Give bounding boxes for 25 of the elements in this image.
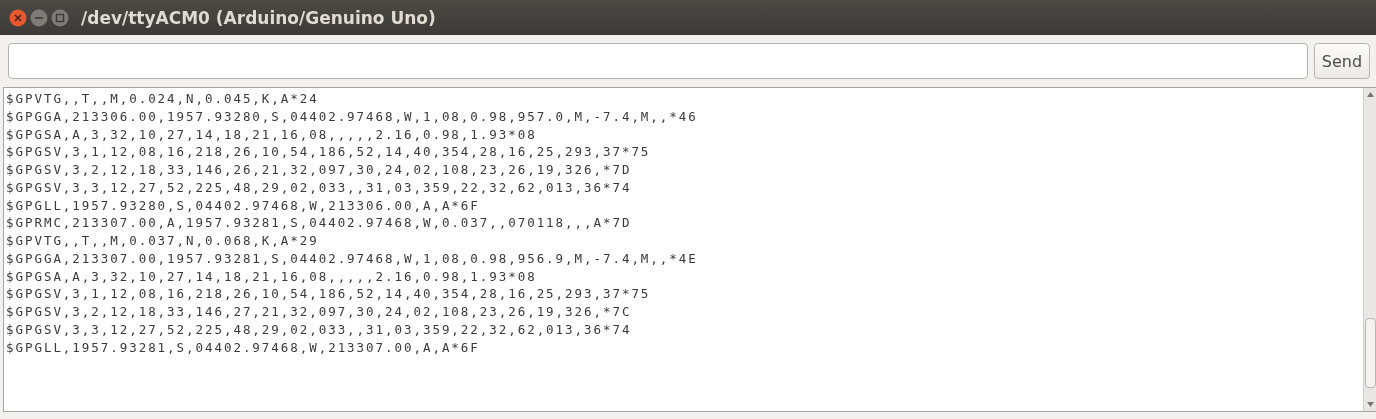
output-line: $GPGSV,3,3,12,27,52,225,48,29,02,033,,31,03,359,22,32,62,013,36*74 <box>6 320 633 339</box>
output-line: $GPVTG,,T,,M,0.037,N,0.068,K,A*29 <box>6 232 320 250</box>
input-field[interactable] <box>8 43 1308 79</box>
output-line: $GPGLL,1957.93280,S,04402.97468,W,213306.00,A,A*6F <box>6 196 481 215</box>
output-line: $GPGSA,A,3,32,10,27,14,18,21,16,08,,,,,2.16,0.98,1.93*08 <box>6 125 538 144</box>
output-line: $GPRMC,213307.00,A,1957.93281,S,04402.97468,W,0.037,,070118,,,A*7D <box>6 214 633 232</box>
scrollbar[interactable] <box>1363 88 1376 411</box>
output-line: $GPVTG,,T,,M,0.024,N,0.045,K,A*24 <box>6 90 320 108</box>
output-line: $GPGGA,213306.00,1957.93280,S,04402.97468,W,1,08,0.98,957.0,M,-7.4,M,,*46 <box>6 107 699 126</box>
output-line: $GPGSV,3,3,12,27,52,225,48,29,02,033,,31,03,359,22,32,62,013,36*74 <box>6 178 633 197</box>
close-icon[interactable] <box>9 8 27 27</box>
output-line: $GPGSA,A,3,32,10,27,14,18,21,16,08,,,,,2.16,0.98,1.93*08 <box>6 267 538 286</box>
window-title: /dev/ttyACM0 (Arduino/Genuino Uno) <box>81 7 436 28</box>
maximize-icon[interactable] <box>51 8 69 27</box>
scroll-up-icon[interactable] <box>1366 92 1374 97</box>
output-line: $GPGSV,3,2,12,18,33,146,26,21,32,097,30,24,02,108,23,26,19,326,*7D <box>6 161 633 179</box>
send-button[interactable]: Send <box>1314 43 1370 79</box>
output-line: $GPGLL,1957.93281,S,04402.97468,W,213307.00,A,A*6F <box>6 338 481 357</box>
scroll-thumb[interactable] <box>1364 318 1376 388</box>
minimize-icon[interactable] <box>30 8 48 27</box>
output-line: $GPGSV,3,1,12,08,16,218,26,10,54,186,52,14,40,354,28,16,25,293,37*75 <box>6 285 652 303</box>
scroll-down-icon[interactable] <box>1366 402 1374 407</box>
output-line: $GPGGA,213307.00,1957.93281,S,04402.97468,W,1,08,0.98,956.9,M,-7.4,M,,*4E <box>6 249 699 268</box>
output-line: $GPGSV,3,1,12,08,16,218,26,10,54,186,52,14,40,354,28,16,25,293,37*75 <box>6 143 652 161</box>
output-line: $GPGSV,3,2,12,18,33,146,27,21,32,097,30,24,02,108,23,26,19,326,*7C <box>6 303 633 321</box>
